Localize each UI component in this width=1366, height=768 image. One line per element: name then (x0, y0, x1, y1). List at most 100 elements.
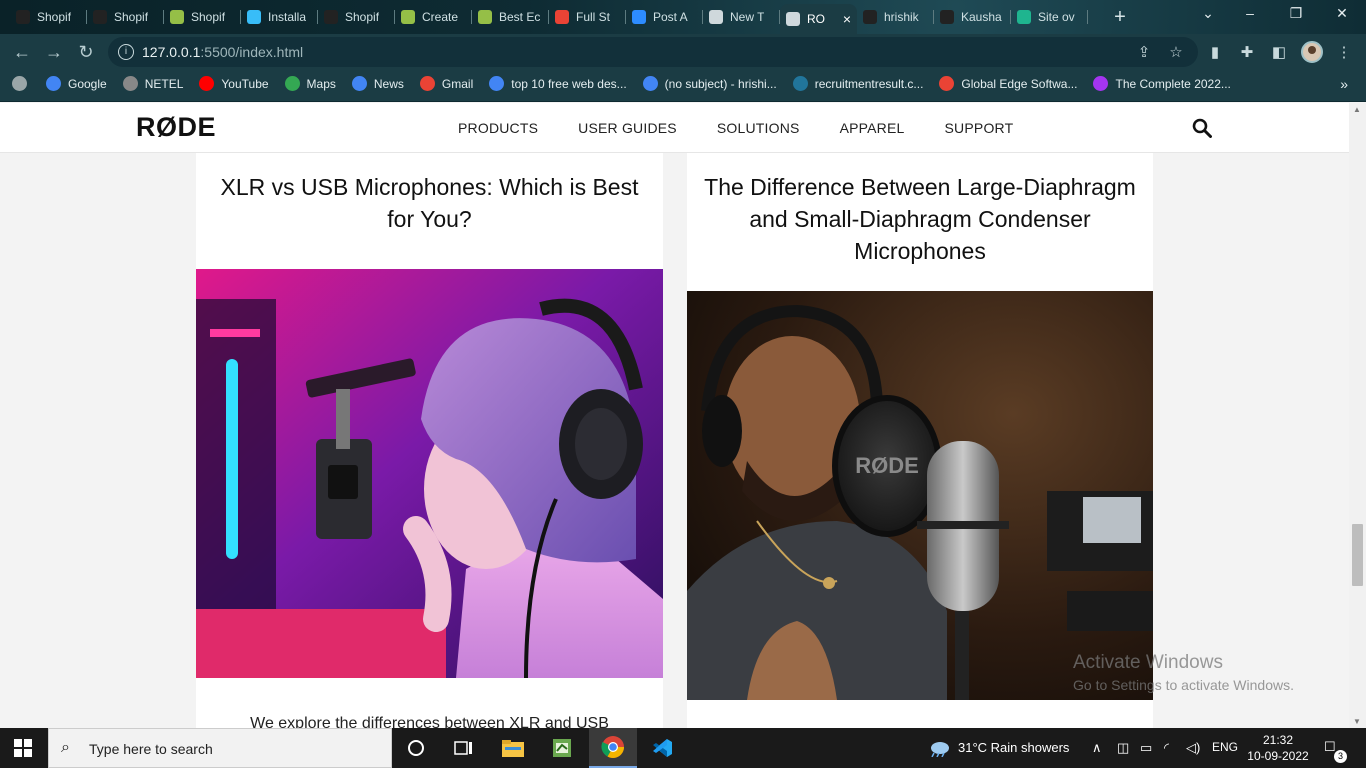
browser-tab[interactable]: Shopif (10, 4, 87, 30)
profile-avatar[interactable] (1301, 41, 1323, 63)
article-title[interactable]: XLR vs USB Microphones: Which is Best fo… (206, 171, 653, 235)
bookmark-favicon-icon (351, 76, 367, 91)
tab-label: Shopif (37, 10, 72, 24)
site-info-icon[interactable]: i (118, 44, 134, 60)
bookmark-item[interactable]: Global Edge Softwa... (939, 76, 1077, 91)
battery-icon[interactable]: ▭ (1140, 740, 1152, 756)
meet-now-icon[interactable]: ◫ (1117, 740, 1129, 756)
extension-icon[interactable]: ▮ (1205, 43, 1225, 61)
tab-label: Site ov (1038, 10, 1075, 24)
address-bar[interactable]: i 127.0.0.1:5500/index.html ⇪ ☆ (108, 37, 1198, 67)
vscode-icon[interactable] (638, 728, 686, 768)
weather-icon[interactable] (928, 739, 950, 758)
nav-solutions[interactable]: SOLUTIONS (717, 120, 800, 136)
article-title[interactable]: The Difference Between Large-Diaphragm a… (697, 171, 1143, 267)
wifi-icon[interactable]: ◜ (1164, 740, 1169, 756)
weather-text[interactable]: 31°C Rain showers (958, 740, 1069, 755)
reload-button[interactable]: ↻ (74, 40, 98, 64)
bookmark-item[interactable]: Maps (284, 76, 336, 91)
cortana-icon[interactable] (392, 728, 440, 768)
browser-tab[interactable]: Shopif (87, 4, 164, 30)
browser-tab[interactable]: Site ov (1011, 4, 1088, 30)
restore-button[interactable]: ❐ (1276, 5, 1316, 22)
new-tab-button[interactable]: + (1110, 6, 1130, 29)
url-text[interactable]: 127.0.0.1:5500/index.html (142, 44, 303, 60)
bookmark-label: The Complete 2022... (1115, 76, 1231, 91)
browser-tab[interactable]: Shopif (318, 4, 395, 30)
watermark-title: Activate Windows (1073, 652, 1223, 673)
bookmark-item[interactable]: NETEL (122, 76, 184, 91)
close-tab-icon[interactable]: × (843, 11, 851, 27)
bookmark-label: YouTube (221, 76, 269, 91)
browser-tab[interactable]: hrishik (857, 4, 934, 30)
page-scrollbar[interactable]: ▲ ▼ (1349, 103, 1366, 728)
browser-tab[interactable]: Kausha (934, 4, 1011, 30)
page-viewport: RØDE PRODUCTS USER GUIDES SOLUTIONS APPA… (0, 103, 1349, 728)
bookmark-item[interactable]: (no subject) - hrishi... (642, 76, 777, 91)
side-panel-icon[interactable]: ◧ (1269, 43, 1289, 61)
bookmark-item[interactable]: News (351, 76, 404, 91)
browser-tab[interactable]: Post A (626, 4, 703, 30)
forward-button[interactable]: → (42, 40, 66, 64)
volume-icon[interactable]: ◁) (1186, 740, 1200, 756)
tab-label: Post A (653, 10, 688, 24)
bookmark-item[interactable]: Gmail (419, 76, 473, 91)
share-icon[interactable]: ⇪ (1134, 43, 1154, 61)
tab-label: Create (422, 10, 459, 24)
tab-search-icon[interactable]: ⌄ (1188, 5, 1228, 22)
browser-tab[interactable]: Create (395, 4, 472, 30)
file-explorer-icon[interactable] (489, 728, 537, 768)
shopify-icon (478, 10, 492, 24)
apps-icon[interactable] (12, 76, 27, 91)
windows-start-icon[interactable] (14, 739, 32, 757)
gmail-icon (555, 10, 569, 24)
article-excerpt: We explore the differences between XLR a… (250, 715, 609, 728)
search-icon[interactable] (1192, 118, 1212, 138)
puzzle-icon[interactable]: ✚ (1237, 43, 1257, 61)
notepad-app-icon[interactable] (538, 728, 586, 768)
site-logo[interactable]: RØDE (136, 112, 216, 143)
show-hidden-icons-chevron[interactable]: ∧ (1092, 740, 1102, 756)
globe-icon (786, 12, 800, 26)
system-clock[interactable]: 21:32 10-09-2022 (1247, 732, 1309, 764)
bookmark-item[interactable]: YouTube (199, 76, 269, 91)
bookmark-star-icon[interactable]: ☆ (1166, 43, 1186, 61)
browser-tab[interactable]: Shopif (164, 4, 241, 30)
bookmark-item[interactable]: recruitmentresult.c... (792, 76, 923, 91)
task-view-icon[interactable] (440, 728, 488, 768)
scroll-up-arrow[interactable]: ▲ (1353, 105, 1361, 114)
browser-tab[interactable]: New T (703, 4, 780, 30)
nav-support[interactable]: SUPPORT (945, 120, 1014, 136)
taskbar-search-box[interactable]: ⌕ Type here to search (48, 728, 392, 768)
article-card-diaphragm[interactable]: The Difference Between Large-Diaphragm a… (687, 153, 1153, 728)
browser-tab[interactable]: Full St (549, 4, 626, 30)
browser-tab[interactable]: Best Ec (472, 4, 549, 30)
bookmark-item[interactable]: top 10 free web des... (489, 76, 627, 91)
bookmark-item[interactable]: The Complete 2022... (1093, 76, 1231, 91)
bookmark-item[interactable]: Google (46, 76, 107, 91)
back-button[interactable]: ← (10, 40, 34, 64)
bookmark-label: NETEL (144, 76, 184, 91)
scroll-down-arrow[interactable]: ▼ (1353, 717, 1361, 726)
bookmark-label: top 10 free web des... (511, 76, 627, 91)
scrollbar-thumb[interactable] (1352, 524, 1363, 586)
nav-products[interactable]: PRODUCTS (458, 120, 538, 136)
chrome-taskbar-icon[interactable] (589, 728, 637, 768)
nav-apparel[interactable]: APPAREL (840, 120, 905, 136)
bookmark-favicon-icon (46, 76, 61, 91)
article-image-man-microphone[interactable]: RØDE (687, 291, 1153, 700)
bookmarks-overflow-button[interactable]: » (1340, 76, 1348, 92)
watermark-subtitle: Go to Settings to activate Windows. (1073, 677, 1294, 693)
close-window-button[interactable]: ✕ (1322, 5, 1362, 22)
tab-label: Shopif (345, 10, 380, 24)
bookmark-label: Global Edge Softwa... (961, 76, 1078, 91)
article-image-woman-headphones[interactable] (196, 269, 663, 678)
browser-tab[interactable]: Installa (241, 4, 318, 30)
menu-kebab-icon[interactable]: ⋮ (1334, 43, 1354, 61)
nav-user-guides[interactable]: USER GUIDES (578, 120, 677, 136)
minimize-button[interactable]: – (1230, 5, 1270, 21)
github-icon (863, 10, 877, 24)
article-card-xlr-usb[interactable]: XLR vs USB Microphones: Which is Best fo… (196, 153, 663, 728)
language-indicator[interactable]: ENG (1212, 740, 1238, 754)
browser-tab[interactable]: RO × (780, 4, 857, 34)
